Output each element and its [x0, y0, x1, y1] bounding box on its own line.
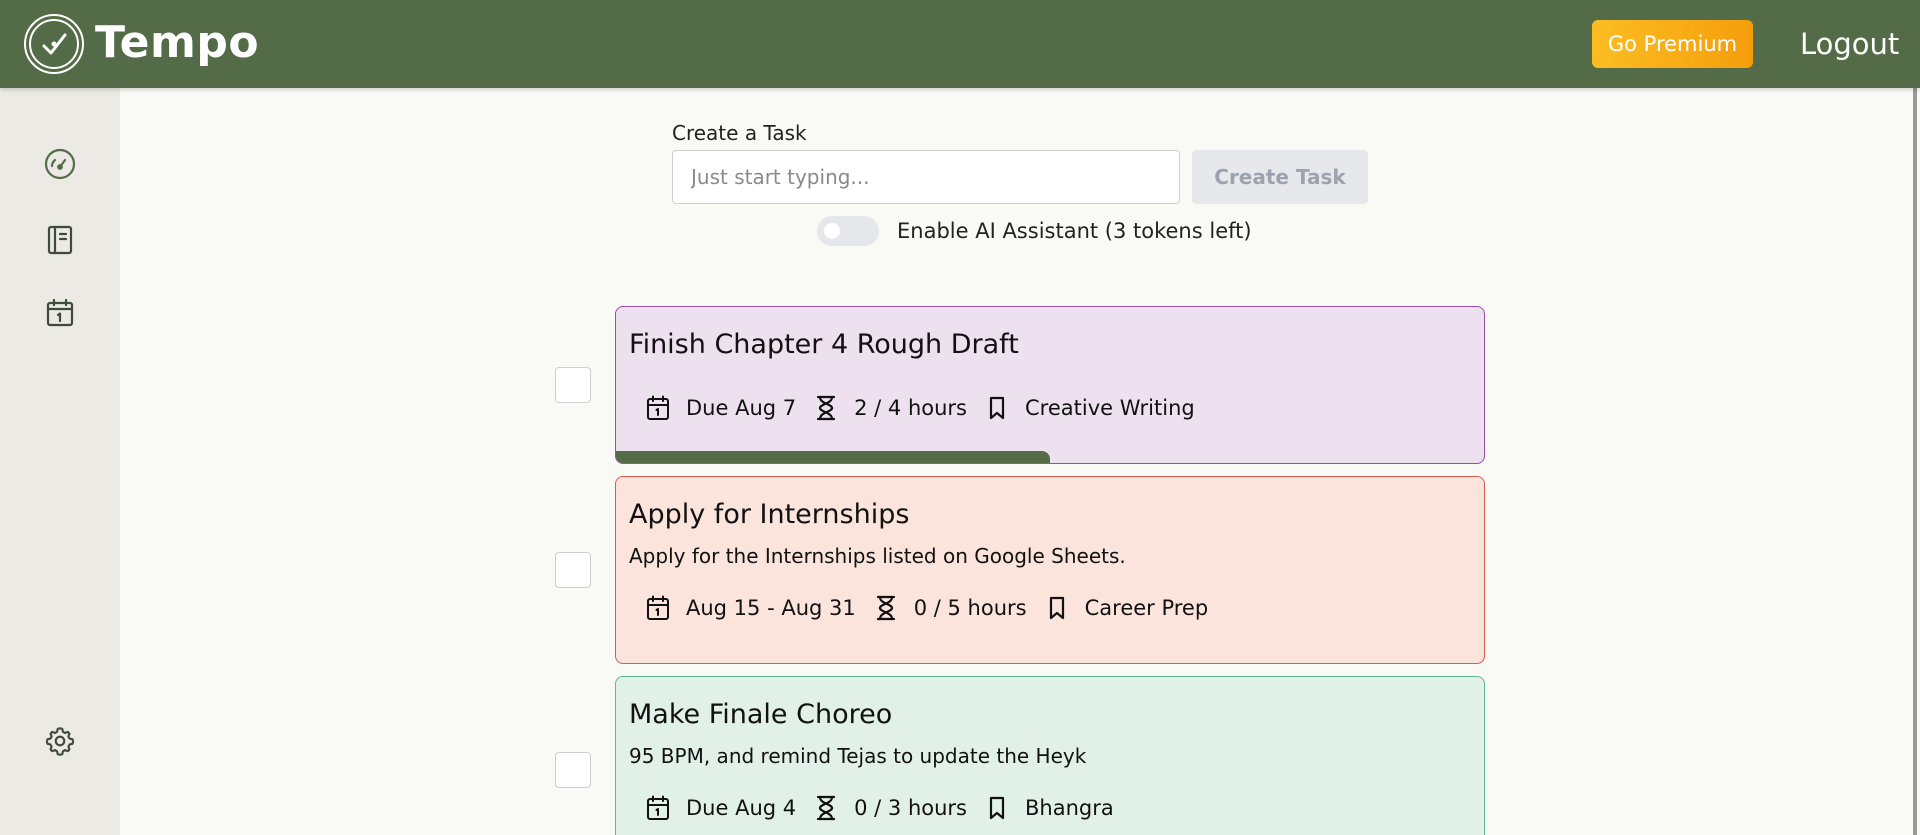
progress-bar — [616, 451, 1050, 463]
go-premium-button[interactable]: Go Premium — [1592, 20, 1753, 68]
task-card[interactable]: Finish Chapter 4 Rough Draft Due Aug 7 2… — [615, 306, 1485, 464]
hours: 0 / 3 hours — [854, 796, 967, 820]
scrollbar[interactable] — [1910, 53, 1920, 835]
task-checkbox[interactable] — [555, 752, 591, 788]
bookmark-icon — [983, 393, 1011, 423]
bookmark-icon — [1043, 593, 1071, 623]
scrollbar-thumb[interactable] — [1913, 53, 1917, 835]
toggle-knob — [824, 223, 840, 239]
hours: 0 / 5 hours — [913, 596, 1027, 620]
category: Bhangra — [1025, 796, 1114, 820]
create-task-label: Create a Task — [672, 121, 807, 145]
hourglass-icon — [872, 593, 900, 623]
task-card[interactable]: Make Finale Choreo 95 BPM, and remind Te… — [615, 676, 1485, 835]
hourglass-icon — [812, 793, 840, 823]
task-description: Apply for the Internships listed on Goog… — [629, 544, 1126, 568]
ai-assistant-toggle[interactable] — [817, 216, 879, 246]
task-title: Apply for Internships — [629, 499, 910, 530]
task-meta: Aug 15 - Aug 31 0 / 5 hours Career Prep — [644, 591, 1224, 625]
create-task-button[interactable]: Create Task — [1192, 150, 1368, 204]
top-bar: Tempo Go Premium Logout — [0, 0, 1920, 88]
category: Career Prep — [1084, 596, 1209, 620]
due-date: Due Aug 4 — [686, 796, 797, 820]
due-date: Due Aug 7 — [686, 396, 797, 420]
task-meta: Due Aug 7 2 / 4 hours Creative Writing — [644, 391, 1211, 425]
task-input[interactable] — [672, 150, 1180, 204]
brand-name[interactable]: Tempo — [95, 18, 259, 68]
calendar-icon — [644, 393, 672, 423]
ai-assistant-label: Enable AI Assistant (3 tokens left) — [897, 219, 1252, 243]
due-date: Aug 15 - Aug 31 — [686, 596, 856, 620]
gear-icon[interactable] — [44, 725, 76, 757]
task-checkbox[interactable] — [555, 367, 591, 403]
bookmark-icon — [983, 793, 1011, 823]
speedometer-icon[interactable] — [44, 148, 76, 180]
task-title: Finish Chapter 4 Rough Draft — [629, 329, 1019, 360]
logout-link[interactable]: Logout — [1800, 22, 1899, 66]
task-checkbox[interactable] — [555, 552, 591, 588]
task-title: Make Finale Choreo — [629, 699, 893, 730]
sidebar — [0, 88, 120, 835]
tempo-logo-icon[interactable] — [23, 13, 85, 75]
hours: 2 / 4 hours — [854, 396, 967, 420]
task-card[interactable]: Apply for Internships Apply for the Inte… — [615, 476, 1485, 664]
hourglass-icon — [812, 393, 840, 423]
calendar-icon — [644, 593, 672, 623]
notebook-icon[interactable] — [44, 224, 76, 256]
task-meta: Due Aug 4 0 / 3 hours Bhangra — [644, 791, 1130, 825]
task-description: 95 BPM, and remind Tejas to update the H… — [629, 744, 1087, 768]
category: Creative Writing — [1025, 396, 1195, 420]
calendar-icon — [644, 793, 672, 823]
calendar-icon[interactable] — [44, 297, 76, 329]
